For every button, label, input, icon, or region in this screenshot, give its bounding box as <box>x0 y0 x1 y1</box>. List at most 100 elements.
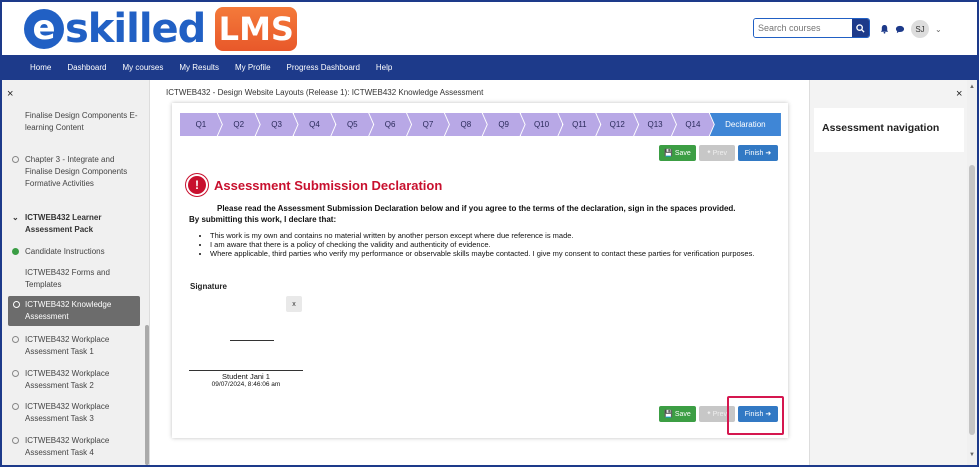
primary-navigation: Home Dashboard My courses My Results My … <box>2 55 977 80</box>
messages-chat-icon[interactable] <box>895 25 905 34</box>
save-button-bottom[interactable]: 💾 Save <box>659 406 696 422</box>
eskilled-logo[interactable]: e skilled LMS <box>24 6 298 52</box>
signature-label: Signature <box>190 282 227 291</box>
nav-progress-dashboard[interactable]: Progress Dashboard <box>287 63 360 72</box>
course-item[interactable]: Candidate Instructions <box>12 246 140 258</box>
header-icons: SJ ⌄ <box>880 20 942 38</box>
declaration-item: Where applicable, third parties who veri… <box>210 249 772 258</box>
tab-q5[interactable]: Q5 <box>331 113 374 136</box>
incomplete-circle-icon <box>12 156 19 163</box>
course-item-label: Chapter 3 - Integrate and Finalise Desig… <box>25 155 128 188</box>
search-icon <box>856 23 865 33</box>
tab-q6[interactable]: Q6 <box>369 113 412 136</box>
scroll-down-icon[interactable]: ▼ <box>969 452 975 458</box>
incomplete-circle-icon <box>12 437 19 444</box>
course-item[interactable]: ICTWEB432 Workplace Assessment Task 4 <box>12 435 140 459</box>
tab-q13[interactable]: Q13 <box>634 113 676 136</box>
signature-stroke[interactable] <box>230 340 274 341</box>
save-label: Save <box>674 149 691 157</box>
nav-my-results[interactable]: My Results <box>179 63 219 72</box>
prev-label: Prev <box>712 410 727 418</box>
finish-highlight-box <box>727 396 784 435</box>
close-drawer-icon[interactable]: × <box>7 88 13 100</box>
search-input[interactable] <box>754 19 852 37</box>
tab-q3[interactable]: Q3 <box>255 113 298 136</box>
chevron-down-icon[interactable]: ⌄ <box>935 25 942 34</box>
course-item[interactable]: ICTWEB432 Workplace Assessment Task 2 <box>12 368 140 392</box>
tab-q8[interactable]: Q8 <box>444 113 487 136</box>
course-item-label: Candidate Instructions <box>25 247 105 256</box>
prev-label: Prev <box>712 149 727 157</box>
course-index-drawer: × Finalise Design Components E-learning … <box>2 80 150 465</box>
notification-bell-icon[interactable] <box>880 24 889 34</box>
tab-q2[interactable]: Q2 <box>217 113 260 136</box>
assessment-navigation-drawer: × Assessment navigation <box>809 80 967 465</box>
save-label: Save <box>674 410 691 418</box>
course-section-label: ICTWEB432 Learner Assessment Pack <box>25 213 102 234</box>
logo-wordmark: skilled <box>65 6 206 52</box>
course-item-label: Finalise Design Components E-learning Co… <box>25 111 138 132</box>
finish-button-top[interactable]: Finish ➜ <box>738 145 778 161</box>
search-button[interactable] <box>852 19 869 37</box>
declaration-list: This work is my own and contains no mate… <box>202 231 772 258</box>
course-item-label: ICTWEB432 Workplace Assessment Task 1 <box>25 335 110 356</box>
logo-e-mark: e <box>24 9 64 49</box>
tab-declaration[interactable]: Declaration <box>709 113 781 136</box>
course-section-heading[interactable]: ⌄ ICTWEB432 Learner Assessment Pack <box>12 212 140 236</box>
course-item[interactable]: ICTWEB432 Forms and Templates <box>12 267 140 291</box>
tab-q12[interactable]: Q12 <box>596 113 639 136</box>
question-navigation: Q1 Q2 Q3 Q4 Q5 Q6 Q7 Q8 Q9 Q10 Q11 Q12 Q… <box>180 113 781 136</box>
nav-my-profile[interactable]: My Profile <box>235 63 271 72</box>
tab-q7[interactable]: Q7 <box>407 113 449 136</box>
tab-q4[interactable]: Q4 <box>293 113 336 136</box>
scrollbar-thumb[interactable] <box>969 165 975 435</box>
incomplete-circle-icon <box>12 336 19 343</box>
save-icon: 💾 <box>664 411 673 418</box>
logo-lms-badge: LMS <box>215 7 298 51</box>
signature-date: 09/07/2024, 8:46:06 am <box>211 381 281 388</box>
tab-q1[interactable]: Q1 <box>180 113 222 136</box>
exclamation-alert-icon: ! <box>188 176 206 194</box>
declaration-heading: ! Assessment Submission Declaration <box>188 176 442 194</box>
assessment-navigation-title: Assessment navigation <box>814 108 964 152</box>
tab-q10[interactable]: Q10 <box>520 113 563 136</box>
course-item-active[interactable]: ICTWEB432 Knowledge Assessment <box>8 296 140 326</box>
scroll-up-icon[interactable]: ▲ <box>969 84 975 90</box>
course-item[interactable]: ICTWEB432 Workplace Assessment Task 1 <box>12 334 140 358</box>
course-item[interactable]: ICTWEB432 Workplace Assessment Task 3 <box>12 401 140 425</box>
course-item-label: ICTWEB432 Workplace Assessment Task 4 <box>25 436 110 457</box>
prev-button-top[interactable]: 🠸 Prev <box>699 145 735 161</box>
nav-dashboard[interactable]: Dashboard <box>67 63 106 72</box>
top-action-buttons: 💾 Save 🠸 Prev Finish ➜ <box>659 145 778 161</box>
save-button-top[interactable]: 💾 Save <box>659 145 696 161</box>
course-item-label: ICTWEB432 Workplace Assessment Task 3 <box>25 402 110 423</box>
course-item[interactable]: Chapter 3 - Integrate and Finalise Desig… <box>12 154 140 190</box>
app-window: e skilled LMS SJ ⌄ Home Dashboard My cou… <box>0 0 979 467</box>
course-item-label: ICTWEB432 Knowledge Assessment <box>25 300 112 321</box>
declaration-title: Assessment Submission Declaration <box>214 177 443 193</box>
course-item-label: ICTWEB432 Workplace Assessment Task 2 <box>25 369 110 390</box>
incomplete-circle-icon <box>13 301 20 308</box>
incomplete-circle-icon <box>12 370 19 377</box>
signature-line <box>189 370 303 371</box>
clear-signature-button[interactable]: x <box>286 296 302 312</box>
nav-home[interactable]: Home <box>30 63 51 72</box>
user-avatar[interactable]: SJ <box>911 20 929 38</box>
close-drawer-icon[interactable]: × <box>956 88 962 100</box>
tab-q14[interactable]: Q14 <box>671 113 714 136</box>
declaration-item: This work is my own and contains no mate… <box>210 231 772 240</box>
tab-q11[interactable]: Q11 <box>558 113 601 136</box>
signer-name: Student Jani 1 <box>222 372 270 381</box>
nav-help[interactable]: Help <box>376 63 392 72</box>
arrow-left-icon: 🠸 <box>707 148 711 156</box>
course-item-label: ICTWEB432 Forms and Templates <box>25 268 110 289</box>
course-search <box>753 18 870 38</box>
drawer-scrollbar[interactable] <box>145 325 149 465</box>
course-item[interactable]: Finalise Design Components E-learning Co… <box>12 110 140 134</box>
page-scrollbar[interactable]: ▲ ▼ <box>967 80 977 465</box>
declaration-by-submitting: By submitting this work, I declare that: <box>189 215 337 224</box>
declaration-item: I am aware that there is a policy of che… <box>210 240 772 249</box>
nav-my-courses[interactable]: My courses <box>122 63 163 72</box>
tab-q9[interactable]: Q9 <box>482 113 525 136</box>
site-header: e skilled LMS SJ ⌄ <box>2 2 977 55</box>
